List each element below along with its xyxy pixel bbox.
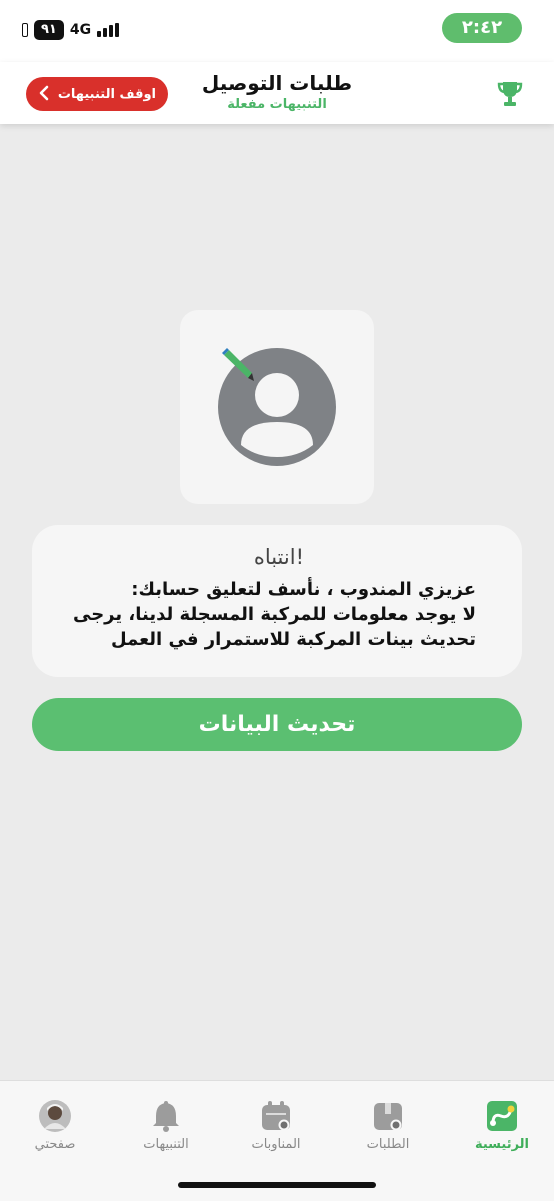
battery-level: ٩١ <box>34 20 64 40</box>
page-title: طلبات التوصيل <box>201 71 353 95</box>
chevron-left-icon <box>39 85 49 101</box>
nav-home-label: الرئيسية <box>474 1137 530 1152</box>
nav-shifts-label: المناوبات <box>251 1137 301 1152</box>
package-icon <box>374 1103 402 1131</box>
stop-alerts-button[interactable]: اوقف التنبيهات <box>26 77 168 111</box>
nav-alerts[interactable]: التنبيهات <box>116 1099 216 1152</box>
update-data-button[interactable]: تحديث البيانات <box>32 698 522 751</box>
status-indicators: ٩١ 4G <box>22 20 120 40</box>
home-indicator[interactable] <box>178 1182 376 1188</box>
alert-card: انتباه! عزيزي المندوب ، نأسف لتعليق حساب… <box>32 525 522 677</box>
signal-icon <box>97 23 120 37</box>
status-bar: ٩١ 4G ٢:٤٢ <box>0 0 554 62</box>
nav-home[interactable]: الرئيسية <box>452 1099 552 1152</box>
network-type: 4G <box>69 22 92 38</box>
nav-my-page-label: صفحتي <box>34 1137 76 1152</box>
bell-icon <box>153 1101 179 1132</box>
profile-photo <box>39 1100 71 1132</box>
battery-cap-icon <box>22 23 28 37</box>
app-header: اوقف التنبيهات طلبات التوصيل التنبيهات م… <box>0 62 554 124</box>
alerts-status: التنبيهات مفعلة <box>227 97 327 112</box>
header-titles: طلبات التوصيل التنبيهات مفعلة <box>170 70 384 114</box>
route-icon <box>487 1101 517 1131</box>
alert-title: انتباه! <box>253 545 304 569</box>
stop-alerts-label: اوقف التنبيهات <box>57 86 156 102</box>
trophy-icon[interactable] <box>496 79 524 109</box>
calendar-icon <box>262 1101 290 1131</box>
nav-orders-label: الطلبات <box>366 1137 410 1152</box>
status-time: ٢:٤٢ <box>442 13 522 43</box>
nav-alerts-label: التنبيهات <box>143 1137 189 1152</box>
user-avatar-icon <box>218 348 336 466</box>
alert-message: عزيزي المندوب ، نأسف لتعليق حسابك: لا يو… <box>73 579 476 650</box>
avatar-card[interactable] <box>180 310 374 504</box>
nav-shifts[interactable]: المناوبات <box>226 1099 326 1152</box>
nav-my-page[interactable]: صفحتي <box>5 1099 105 1152</box>
nav-orders[interactable]: الطلبات <box>338 1099 438 1152</box>
